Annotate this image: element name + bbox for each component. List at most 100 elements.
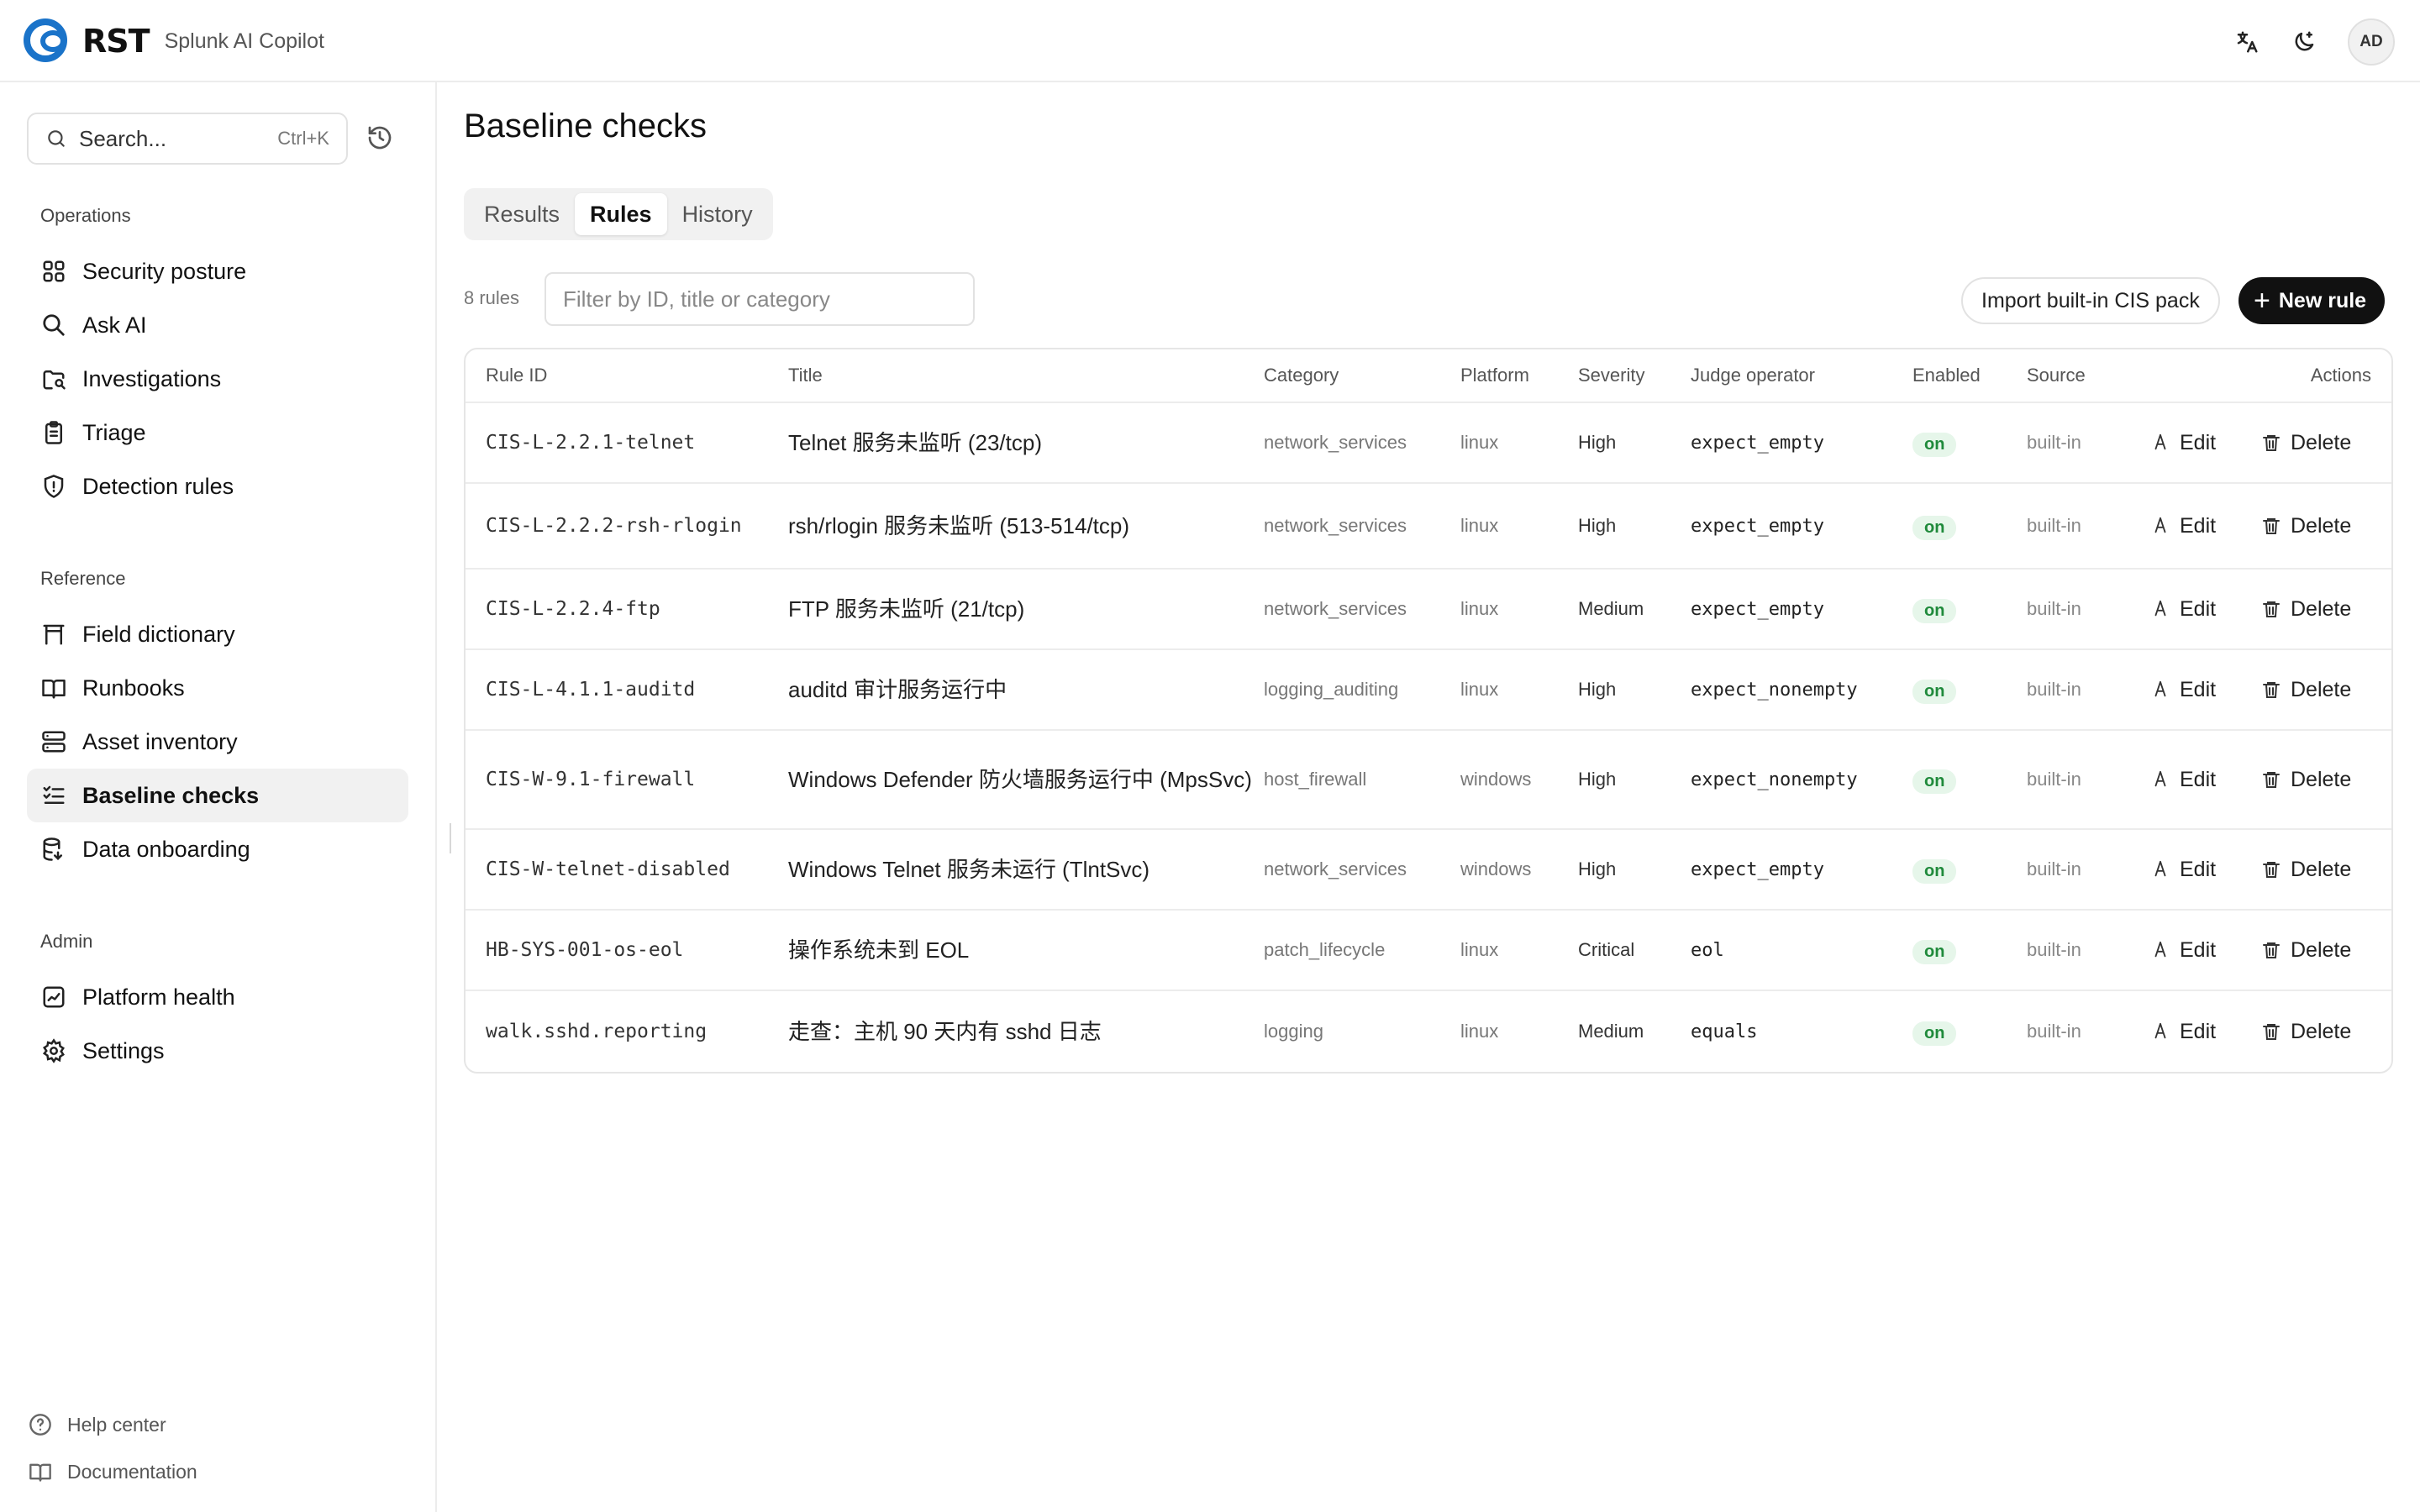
table-row[interactable]: CIS-L-2.2.2-rsh-rlogin rsh/rlogin 服务未监听 … (466, 484, 2391, 570)
judge-operator-cell: expect_empty (1691, 858, 1824, 880)
sidebar-item-asset-inventory[interactable]: Asset inventory (27, 715, 408, 769)
table-row[interactable]: CIS-W-9.1-firewall Windows Defender 防火墙服… (466, 731, 2391, 830)
help-center-link[interactable]: Help center (27, 1411, 166, 1438)
source-cell: built-in (2027, 858, 2081, 879)
enabled-toggle[interactable]: on (1912, 596, 1957, 623)
sidebar-resize-handle[interactable] (450, 823, 453, 853)
table-row[interactable]: HB-SYS-001-os-eol 操作系统未到 EOL patch_lifec… (466, 911, 2391, 991)
sidebar-item-triage[interactable]: Triage (27, 406, 408, 459)
sidebar-item-baseline-checks[interactable]: Baseline checks (27, 769, 408, 822)
delete-label: Delete (2291, 513, 2352, 538)
rule-title-cell: Windows Defender 防火墙服务运行中 (MpsSvc) (788, 767, 1252, 792)
new-rule-button[interactable]: + New rule (2238, 277, 2386, 324)
edit-button[interactable]: Edit (2149, 858, 2216, 882)
delete-button[interactable]: Delete (2260, 678, 2351, 702)
source-cell: built-in (2027, 515, 2081, 536)
sidebar-item-ask-ai[interactable]: Ask AI (27, 298, 408, 352)
table-row[interactable]: walk.sshd.reporting 走查：主机 90 天内有 sshd 日志… (466, 991, 2391, 1072)
column-header-severity[interactable]: Severity (1578, 365, 1644, 386)
trash-icon (2260, 679, 2282, 701)
edit-button[interactable]: Edit (2149, 431, 2216, 455)
enabled-toggle[interactable]: on (1912, 1018, 1957, 1046)
column-header-rule-id[interactable]: Rule ID (486, 362, 771, 389)
edit-label: Edit (2180, 677, 2217, 701)
history-icon[interactable] (366, 124, 395, 153)
sidebar-item-platform-health[interactable]: Platform health (27, 970, 408, 1024)
judge-operator-cell: expect_empty (1691, 598, 1824, 620)
enabled-toggle[interactable]: on (1912, 766, 1957, 794)
edit-pen-icon (2149, 769, 2171, 790)
edit-button[interactable]: Edit (2149, 678, 2216, 702)
platform-cell: windows (1460, 858, 1532, 879)
severity-cell: Medium (1578, 598, 1644, 619)
edit-pen-icon (2149, 858, 2171, 880)
sidebar-item-settings[interactable]: Settings (27, 1024, 408, 1078)
severity-cell: High (1578, 858, 1617, 879)
enabled-toggle[interactable]: on (1912, 512, 1957, 540)
delete-button[interactable]: Delete (2260, 938, 2351, 963)
enabled-badge: on (1912, 769, 1957, 794)
column-header-enabled[interactable]: Enabled (1912, 365, 1981, 386)
delete-button[interactable]: Delete (2260, 768, 2351, 792)
sidebar-item-data-onboarding[interactable]: Data onboarding (27, 822, 408, 876)
sidebar-item-field-dictionary[interactable]: Field dictionary (27, 607, 408, 661)
search-label: Search... (79, 125, 167, 151)
enabled-toggle[interactable]: on (1912, 676, 1957, 704)
edit-pen-icon (2149, 679, 2171, 701)
help-icon (27, 1411, 54, 1438)
enabled-toggle[interactable]: on (1912, 937, 1957, 964)
tab-rules[interactable]: Rules (575, 193, 667, 235)
severity-cell: Critical (1578, 939, 1635, 960)
sidebar-item-investigations[interactable]: Investigations (27, 352, 408, 406)
column-header-category[interactable]: Category (1264, 365, 1339, 386)
table-row[interactable]: CIS-L-2.2.4-ftp FTP 服务未监听 (21/tcp) netwo… (466, 570, 2391, 650)
tab-history[interactable]: History (667, 193, 768, 235)
avatar[interactable]: AD (2348, 18, 2395, 66)
edit-button[interactable]: Edit (2149, 938, 2216, 963)
edit-button[interactable]: Edit (2149, 514, 2216, 538)
sidebar-item-label: Platform health (82, 984, 235, 1010)
app-logo[interactable]: RST Splunk AI Copilot (24, 18, 324, 64)
delete-label: Delete (2291, 596, 2352, 621)
table-row[interactable]: CIS-L-2.2.1-telnet Telnet 服务未监听 (23/tcp)… (466, 403, 2391, 484)
edit-label: Edit (2180, 596, 2217, 621)
delete-button[interactable]: Delete (2260, 1020, 2351, 1044)
trash-icon (2260, 769, 2282, 790)
server-icon (39, 727, 69, 757)
delete-button[interactable]: Delete (2260, 597, 2351, 622)
search-input[interactable]: Search... Ctrl+K (27, 113, 348, 165)
search-icon (39, 310, 69, 340)
database-icon (39, 834, 69, 864)
documentation-link[interactable]: Documentation (27, 1458, 197, 1485)
delete-button[interactable]: Delete (2260, 514, 2351, 538)
edit-button[interactable]: Edit (2149, 1020, 2216, 1044)
edit-button[interactable]: Edit (2149, 768, 2216, 792)
edit-button[interactable]: Edit (2149, 597, 2216, 622)
import-cis-pack-button[interactable]: Import built-in CIS pack (1961, 277, 2220, 324)
table-row[interactable]: CIS-W-telnet-disabled Windows Telnet 服务未… (466, 830, 2391, 911)
sidebar-item-detection-rules[interactable]: Detection rules (27, 459, 408, 513)
table-row[interactable]: CIS-L-4.1.1-auditd auditd 审计服务运行中 loggin… (466, 650, 2391, 731)
rules-table: Rule ID Title Category Platform Severity… (464, 348, 2393, 1074)
column-header-judge-operator[interactable]: Judge operator (1691, 365, 1815, 386)
enabled-toggle[interactable]: on (1912, 856, 1957, 884)
tab-results[interactable]: Results (469, 193, 575, 235)
column-header-source[interactable]: Source (2027, 365, 2086, 386)
delete-label: Delete (2291, 937, 2352, 962)
filter-input[interactable]: Filter by ID, title or category (544, 272, 975, 326)
edit-label: Edit (2180, 857, 2217, 881)
delete-button[interactable]: Delete (2260, 431, 2351, 455)
rule-title-cell: Telnet 服务未监听 (23/tcp) (788, 430, 1042, 455)
trash-icon (2260, 515, 2282, 537)
rule-title-cell: Windows Telnet 服务未运行 (TlntSvc) (788, 857, 1150, 882)
sidebar-item-runbooks[interactable]: Runbooks (27, 661, 408, 715)
translate-icon[interactable] (2233, 29, 2260, 55)
theme-moon-icon[interactable] (2291, 29, 2317, 55)
sidebar: Search... Ctrl+K Operations Security pos… (0, 82, 437, 1512)
sidebar-item-security-posture[interactable]: Security posture (27, 244, 408, 298)
enabled-toggle[interactable]: on (1912, 429, 1957, 457)
delete-button[interactable]: Delete (2260, 858, 2351, 882)
column-header-platform[interactable]: Platform (1460, 365, 1529, 386)
shield-icon (39, 471, 69, 501)
column-header-title[interactable]: Title (788, 359, 1259, 392)
